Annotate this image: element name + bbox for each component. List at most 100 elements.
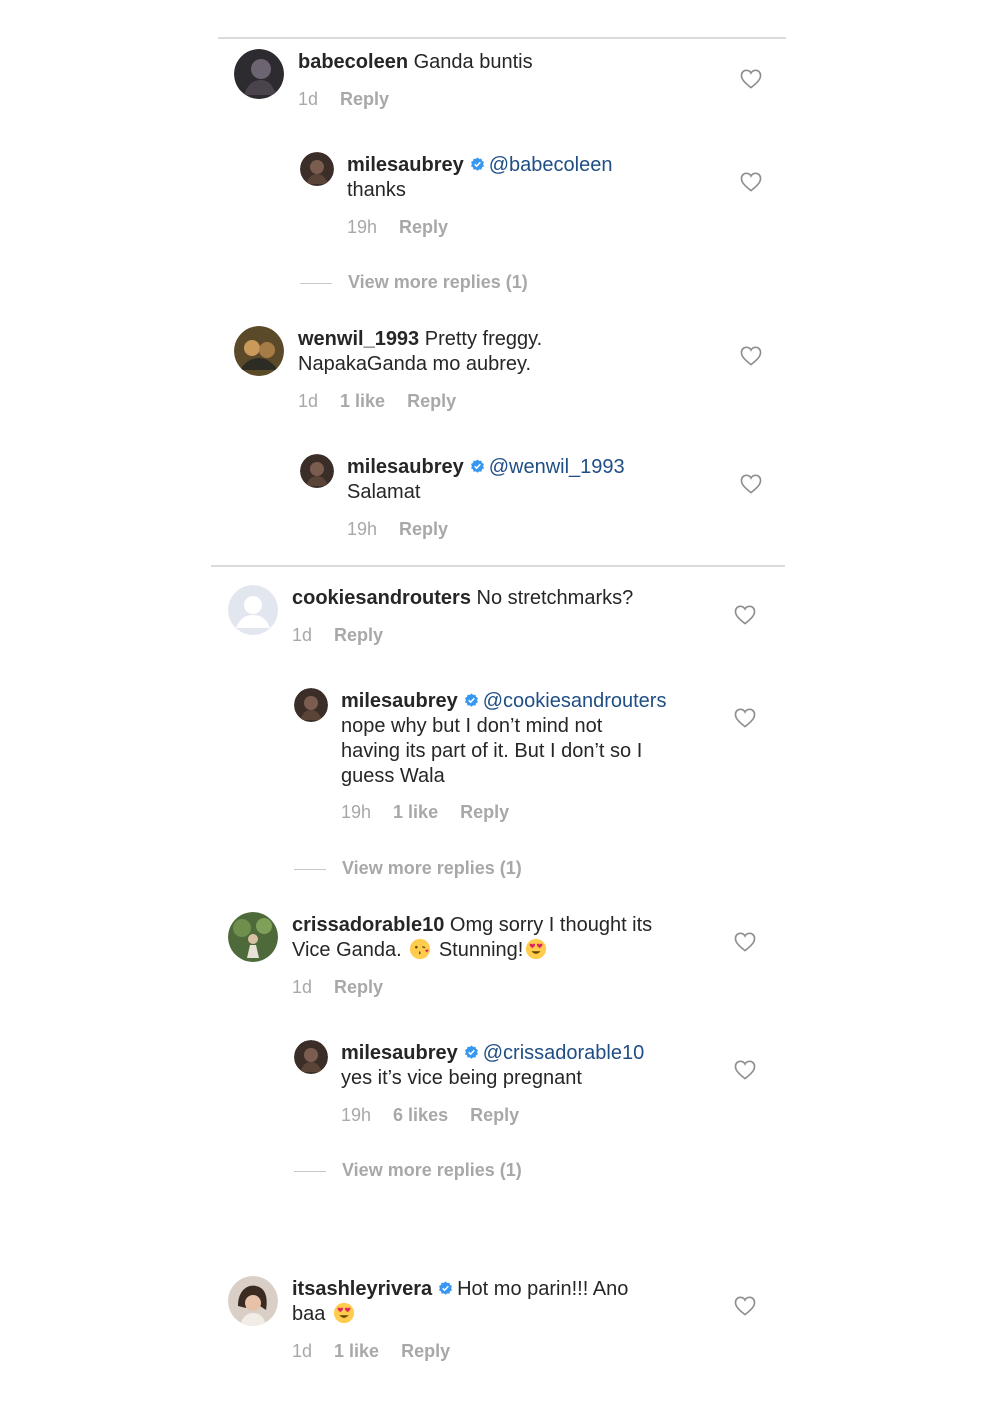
view-more-replies[interactable]: View more replies (1): [294, 1160, 522, 1181]
heart-outline-icon[interactable]: [734, 1060, 756, 1080]
heart-outline-icon[interactable]: [740, 346, 762, 366]
mention-link[interactable]: @wenwil_1993: [489, 456, 625, 478]
heart-outline-icon[interactable]: [740, 69, 762, 89]
avatar[interactable]: [228, 585, 278, 635]
timestamp: 1d: [292, 977, 313, 997]
reply-text: milesaubrey @cookiesandrouters nope why b…: [341, 689, 721, 789]
comment-body: Hot mo parin!!! Ano: [457, 1278, 629, 1300]
comment-body: Pretty freggy.: [424, 328, 543, 350]
comment-text: itsashleyrivera Hot mo parin!!! Ano baa: [292, 1277, 722, 1327]
heart-outline-icon[interactable]: [734, 932, 756, 952]
reply-button[interactable]: Reply: [460, 802, 509, 822]
comment-meta: 1d 1 like Reply: [298, 391, 478, 412]
verified-badge-icon: [464, 693, 479, 708]
comment-text: wenwil_1993 Pretty freggy. NapakaGanda m…: [298, 327, 718, 377]
reply-body: having its part of it. But I don’t so I: [341, 740, 643, 762]
timestamp: 19h: [347, 217, 378, 237]
reply-body: yes it’s vice being pregnant: [341, 1067, 582, 1089]
username[interactable]: milesaubrey: [341, 1042, 458, 1064]
username[interactable]: crissadorable10: [292, 914, 444, 936]
comment-text: cookiesandrouters No stretchmarks?: [292, 586, 722, 611]
heart-outline-icon[interactable]: [740, 172, 762, 192]
comment-body: baa: [292, 1303, 326, 1325]
username[interactable]: milesaubrey: [347, 456, 464, 478]
reply-button[interactable]: Reply: [401, 1341, 450, 1361]
avatar[interactable]: [300, 454, 334, 488]
view-more-replies[interactable]: View more replies (1): [294, 858, 522, 879]
comment-meta: 1d Reply: [292, 977, 405, 998]
reply-button[interactable]: Reply: [407, 391, 456, 411]
thread-line: [300, 282, 332, 284]
heart-outline-icon[interactable]: [734, 708, 756, 728]
thread-line: [294, 1170, 326, 1172]
timestamp: 1d: [298, 89, 319, 109]
timestamp: 19h: [341, 1105, 372, 1125]
heart-eyes-emoji: [525, 938, 547, 960]
reply-button[interactable]: Reply: [399, 519, 448, 539]
timestamp: 1d: [298, 391, 319, 411]
mention-link[interactable]: @crissadorable10: [483, 1042, 645, 1064]
username[interactable]: cookiesandrouters: [292, 587, 471, 609]
avatar[interactable]: [228, 1276, 278, 1326]
avatar[interactable]: [294, 688, 328, 722]
reply-meta: 19h Reply: [347, 519, 470, 540]
comment-meta: 1d Reply: [292, 625, 405, 646]
comment-body: NapakaGanda mo aubrey.: [298, 353, 532, 375]
reply-meta: 19h 1 like Reply: [341, 802, 531, 823]
reply-meta: 19h Reply: [347, 217, 470, 238]
verified-badge-icon: [438, 1281, 453, 1296]
divider-top: [218, 37, 786, 39]
reply-button[interactable]: Reply: [399, 217, 448, 237]
comment-meta: 1d Reply: [298, 89, 411, 110]
comment-text: crissadorable10 Omg sorry I thought its …: [292, 913, 722, 963]
comment-text: babecoleen Ganda buntis: [298, 50, 718, 75]
heart-outline-icon[interactable]: [734, 605, 756, 625]
reply-body: nope why but I don’t mind not: [341, 715, 603, 737]
reply-button[interactable]: Reply: [470, 1105, 519, 1125]
timestamp: 1d: [292, 625, 313, 645]
avatar[interactable]: [294, 1040, 328, 1074]
likes-count[interactable]: 1 like: [334, 1341, 379, 1361]
reply-body: thanks: [347, 179, 406, 201]
reply-body: Salamat: [347, 481, 421, 503]
comment-body: No stretchmarks?: [476, 587, 634, 609]
reply-text: milesaubrey @crissadorable10 yes it’s vic…: [341, 1041, 721, 1091]
avatar[interactable]: [228, 912, 278, 962]
view-more-replies[interactable]: View more replies (1): [300, 272, 528, 293]
reply-text: milesaubrey @wenwil_1993 Salamat: [347, 455, 727, 505]
likes-count[interactable]: 1 like: [340, 391, 385, 411]
reply-meta: 19h 6 likes Reply: [341, 1105, 541, 1126]
likes-count[interactable]: 1 like: [393, 802, 438, 822]
username[interactable]: itsashleyrivera: [292, 1278, 432, 1300]
mention-link[interactable]: @cookiesandrouters: [483, 690, 667, 712]
thread-line: [294, 868, 326, 870]
verified-badge-icon: [470, 157, 485, 172]
heart-eyes-emoji: [333, 1302, 355, 1324]
username[interactable]: milesaubrey: [341, 690, 458, 712]
heart-outline-icon[interactable]: [740, 474, 762, 494]
reply-button[interactable]: Reply: [340, 89, 389, 109]
comment-body: Omg sorry I thought its: [449, 914, 653, 936]
timestamp: 19h: [347, 519, 378, 539]
timestamp: 1d: [292, 1341, 313, 1361]
username[interactable]: wenwil_1993: [298, 328, 419, 350]
heart-outline-icon[interactable]: [734, 1296, 756, 1316]
username[interactable]: milesaubrey: [347, 154, 464, 176]
username[interactable]: babecoleen: [298, 51, 408, 73]
timestamp: 19h: [341, 802, 372, 822]
reply-button[interactable]: Reply: [334, 625, 383, 645]
avatar[interactable]: [234, 49, 284, 99]
verified-badge-icon: [464, 1045, 479, 1060]
comment-body: Vice Ganda.: [292, 939, 402, 961]
avatar[interactable]: [234, 326, 284, 376]
comment-body: Ganda buntis: [413, 51, 533, 73]
reply-body: guess Wala: [341, 765, 445, 787]
comment-meta: 1d 1 like Reply: [292, 1341, 472, 1362]
reply-button[interactable]: Reply: [334, 977, 383, 997]
mention-link[interactable]: @babecoleen: [489, 154, 613, 176]
comment-body: Stunning!: [438, 939, 524, 961]
avatar[interactable]: [300, 152, 334, 186]
likes-count[interactable]: 6 likes: [393, 1105, 448, 1125]
kiss-emoji: [409, 938, 431, 960]
reply-text: milesaubrey @babecoleen thanks: [347, 153, 727, 203]
